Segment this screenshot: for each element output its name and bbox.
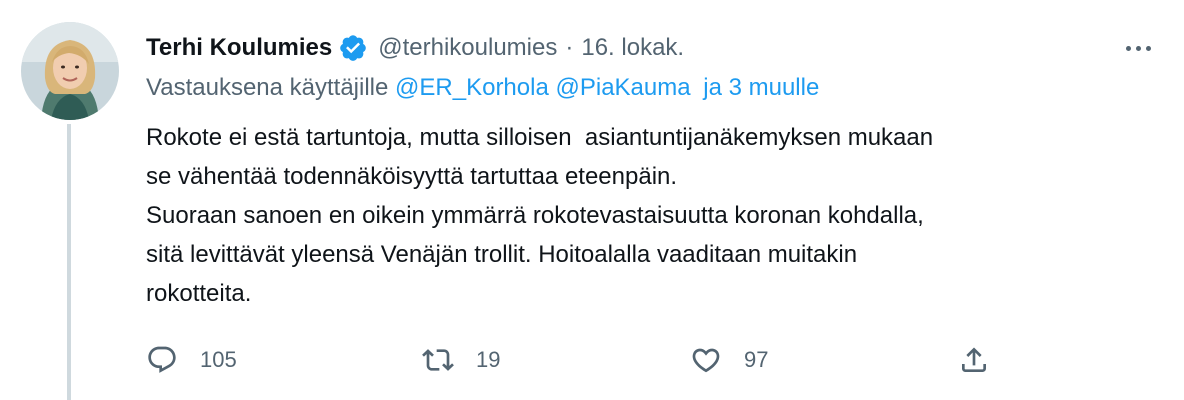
tweet-text-line: Suoraan sanoen en oikein ymmärrä rokotev… [146, 202, 924, 229]
tweet-text-line: se vähentää todennäköisyyttä tartuttaa e… [146, 163, 678, 190]
more-dot [1125, 45, 1131, 51]
retweet-icon [422, 344, 454, 376]
tweet-date[interactable]: 16. lokak. [581, 34, 684, 62]
reply-prefix: Vastauksena käyttäjille [146, 74, 389, 101]
more-dot [1135, 45, 1141, 51]
heart-icon [690, 344, 722, 376]
more-dot [1145, 45, 1151, 51]
more-options-icon[interactable] [1118, 36, 1158, 60]
avatar-photo [21, 22, 119, 120]
reply-context: Vastauksena käyttäjille @ER_Korhola @Pia… [146, 74, 819, 102]
reply-button[interactable]: 105 [146, 338, 237, 382]
action-bar: 105 19 97 [0, 338, 1184, 382]
tweet-header: Terhi Koulumies @terhikoulumies · 16. lo… [146, 28, 684, 68]
reply-count: 105 [200, 347, 237, 372]
like-count: 97 [744, 347, 769, 372]
retweet-button[interactable]: 19 [422, 338, 500, 382]
mention-link[interactable]: @PiaKauma [555, 74, 690, 101]
share-icon [958, 344, 990, 376]
author-handle[interactable]: @terhikoulumies [378, 34, 557, 62]
retweet-count: 19 [476, 347, 501, 372]
tweet-text-line: Rokote ei estä tartuntoja, mutta sillois… [146, 124, 934, 151]
reply-icon [146, 344, 178, 376]
more-mentions-link[interactable]: ja 3 muulle [703, 74, 819, 101]
avatar[interactable] [21, 22, 119, 120]
mention-link[interactable]: @ER_Korhola [395, 74, 549, 101]
like-button[interactable]: 97 [690, 338, 768, 382]
tweet-text-line: sitä levittävät yleensä Venäjän trollit.… [146, 241, 858, 268]
author-name[interactable]: Terhi Koulumies [146, 34, 332, 62]
tweet-text: Rokote ei estä tartuntoja, mutta sillois… [146, 118, 1146, 313]
tweet-text-line: rokotteita. [146, 280, 252, 307]
verified-badge-icon [338, 33, 368, 63]
separator-dot: · [565, 34, 574, 61]
share-button[interactable] [958, 338, 990, 382]
